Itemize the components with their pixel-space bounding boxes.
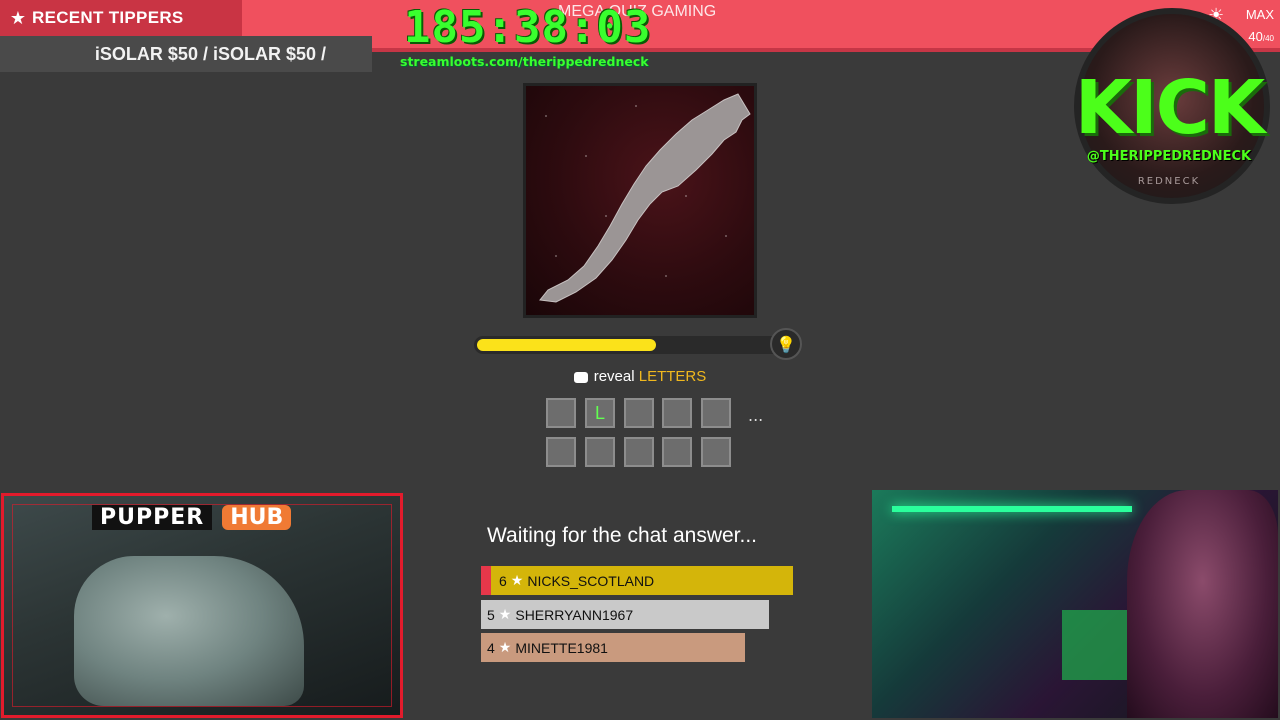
letter-tile <box>662 437 692 467</box>
streamer-figure <box>1127 490 1278 718</box>
letter-tile <box>624 437 654 467</box>
reveal-prefix: reveal <box>593 368 635 385</box>
leader-name: SHERRYANN1967 <box>515 606 634 623</box>
logo-subtext: REDNECK <box>1137 176 1201 187</box>
tipper-ticker-text: iSOLAR $50 / iSOLAR $50 / <box>94 43 326 64</box>
star-icon: ★ <box>9 7 27 29</box>
answer-timer-bar <box>474 336 784 354</box>
letter-tile <box>624 398 654 428</box>
lightbulb-icon: 💡 <box>770 328 802 360</box>
leaderboard-row: 5 ★ SHERRYANN1967 <box>481 600 769 629</box>
stream-timer: 185:38:03 <box>404 2 652 53</box>
chat-bubble-icon <box>573 371 588 383</box>
leaderboard-row: 4 ★ MINETTE1981 <box>481 633 745 662</box>
leader-score: 5 <box>487 606 495 623</box>
leader-ribbon <box>481 566 491 595</box>
left-webcam: PUPPER HUB <box>1 493 403 718</box>
letter-tile <box>546 437 576 467</box>
star-icon: ★ <box>498 639 512 655</box>
letter-tile <box>662 398 692 428</box>
waiting-message: Waiting for the chat answer... <box>487 524 758 547</box>
leader-score: 4 <box>487 639 495 656</box>
pupper-text: PUPPER <box>92 504 213 530</box>
quiz-image <box>523 83 757 318</box>
reveal-line: reveal LETTERS <box>0 368 1280 385</box>
star-icon: ★ <box>498 606 512 622</box>
leader-name: MINETTE1981 <box>515 639 608 656</box>
recent-tippers-title: RECENT TIPPERS <box>32 8 184 27</box>
leader-name: NICKS_SCOTLAND <box>527 572 655 589</box>
pupper-hub-logo: PUPPER HUB <box>92 502 292 532</box>
streamloots-url: streamloots.com/therippedredneck <box>400 54 649 69</box>
letter-tile <box>701 437 731 467</box>
letter-tile <box>585 437 615 467</box>
leader-score: 6 <box>499 572 507 589</box>
reveal-letters: LETTERS <box>638 368 707 385</box>
kick-wordmark: KICK <box>1074 65 1266 151</box>
recent-tippers-ticker: iSOLAR $50 / iSOLAR $50 / <box>0 36 372 72</box>
kick-logo: KICK @THERIPPEDREDNECK REDNECK <box>1058 4 1280 218</box>
answer-timer-fill <box>477 339 656 351</box>
star-icon: ★ <box>510 572 524 588</box>
letter-tile: L <box>585 398 615 428</box>
neon-light-strip <box>892 506 1132 512</box>
leaderboard-row: 6 ★ NICKS_SCOTLAND <box>481 566 793 595</box>
right-webcam <box>872 490 1278 718</box>
webcam-scene <box>74 556 304 706</box>
more-letters-ellipsis: ... <box>748 406 764 425</box>
hub-text: HUB <box>222 504 292 530</box>
letter-tile <box>546 398 576 428</box>
knife-silhouette-icon <box>539 93 751 303</box>
recent-tippers-label: ★ RECENT TIPPERS <box>0 0 242 36</box>
kick-handle: @THERIPPEDREDNECK <box>1086 149 1252 164</box>
letter-tile <box>701 398 731 428</box>
